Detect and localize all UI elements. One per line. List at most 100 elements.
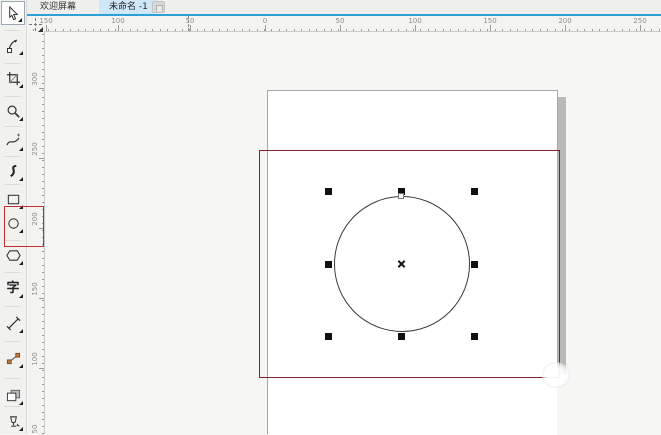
ruler-tick xyxy=(122,29,123,31)
ruler-tick xyxy=(42,391,44,392)
ruler-tick xyxy=(175,29,176,31)
flyout-arrow-icon xyxy=(18,18,22,22)
h-ruler-label: 50 xyxy=(336,17,345,25)
v-ruler-label: 300 xyxy=(31,71,39,87)
ruler-tick xyxy=(614,29,615,31)
ruler-tick xyxy=(525,29,526,31)
ruler-tick xyxy=(42,97,44,98)
ruler-tick xyxy=(517,29,518,31)
flyout-arrow-icon xyxy=(19,177,23,181)
ruler-tick xyxy=(450,29,451,31)
ruler-tick xyxy=(55,29,56,31)
ruler-tick xyxy=(622,29,623,31)
ruler-major-tick xyxy=(39,368,44,369)
h-ruler-label: 100 xyxy=(408,17,421,25)
toolbox-divider xyxy=(4,272,21,273)
ruler-tick xyxy=(212,29,213,31)
ruler-tick xyxy=(502,29,503,31)
ruler-tick xyxy=(42,321,44,322)
ruler-tick xyxy=(242,29,243,31)
zoom-tool[interactable] xyxy=(1,99,25,123)
selection-handle[interactable] xyxy=(398,333,405,340)
v-ruler-label: 100 xyxy=(31,351,39,367)
ruler-tick xyxy=(42,265,44,266)
document-tab-strip: 欢迎屏幕 未命名 -1 xyxy=(26,0,661,14)
ruler-tick xyxy=(137,29,138,31)
ruler-tick xyxy=(42,426,44,427)
ruler-tick xyxy=(100,29,101,31)
ruler-tick xyxy=(353,29,354,31)
ruler-tick xyxy=(108,29,109,31)
ruler-tick xyxy=(227,29,228,31)
ruler-tick xyxy=(361,29,362,31)
ruler-major-tick xyxy=(640,25,641,31)
connector-tool[interactable] xyxy=(1,346,25,370)
lock-icon[interactable] xyxy=(152,1,165,13)
drawing-canvas[interactable] xyxy=(45,31,661,434)
flyout-arrow-icon xyxy=(19,364,23,368)
drop-shadow-tool[interactable] xyxy=(1,383,25,407)
ruler-tick xyxy=(42,188,44,189)
eraser-smudge xyxy=(542,362,570,388)
ruler-tick xyxy=(540,29,541,31)
ruler-tick xyxy=(644,29,645,31)
ruler-tick xyxy=(204,29,205,31)
ruler-tick xyxy=(63,29,64,31)
tab-welcome-screen[interactable]: 欢迎屏幕 xyxy=(30,0,86,14)
ruler-tick xyxy=(219,29,220,31)
selection-center-marker[interactable] xyxy=(397,259,406,268)
ruler-tick xyxy=(42,41,44,42)
ruler-tick xyxy=(42,111,44,112)
ruler-tick xyxy=(42,286,44,287)
ruler-major-tick xyxy=(46,25,47,31)
selection-handle[interactable] xyxy=(325,188,332,195)
ruler-tick xyxy=(532,29,533,31)
selection-handle[interactable] xyxy=(325,261,332,268)
ruler-tick xyxy=(85,29,86,31)
ruler-tick xyxy=(130,29,131,31)
ruler-tick xyxy=(182,29,183,31)
flyout-arrow-icon xyxy=(19,51,23,55)
selection-handle[interactable] xyxy=(471,333,478,340)
flyout-arrow-icon xyxy=(19,117,23,121)
ruler-tick xyxy=(42,279,44,280)
artistic-media-tool[interactable] xyxy=(1,159,25,183)
dimension-tool[interactable] xyxy=(1,311,25,335)
flyout-arrow-icon xyxy=(19,427,23,431)
shape-tool[interactable] xyxy=(1,33,25,57)
toolbox-divider xyxy=(4,378,21,379)
ruler-tick xyxy=(42,83,44,84)
toolbox-divider xyxy=(4,126,21,127)
ruler-tick xyxy=(42,125,44,126)
ruler-tick xyxy=(42,62,44,63)
ruler-tick xyxy=(279,29,280,31)
ruler-tick xyxy=(42,377,44,378)
ruler-tick xyxy=(368,29,369,31)
ruler-origin-crosshair-icon[interactable] xyxy=(29,18,42,31)
ruler-tick xyxy=(42,342,44,343)
fill-tool[interactable] xyxy=(1,409,25,433)
selection-handle[interactable] xyxy=(471,188,478,195)
ruler-tick xyxy=(406,29,407,31)
toolbox-divider xyxy=(4,341,21,342)
ruler-tick xyxy=(42,307,44,308)
tab-untitled-document[interactable]: 未命名 -1 xyxy=(99,0,158,14)
ruler-tick xyxy=(257,29,258,31)
ruler-tick xyxy=(398,29,399,31)
h-ruler-label: 200 xyxy=(558,17,571,25)
ruler-tick xyxy=(42,167,44,168)
ellipse-node[interactable] xyxy=(398,193,404,199)
toolbox-divider xyxy=(4,96,21,97)
ruler-tick xyxy=(42,300,44,301)
selection-handle[interactable] xyxy=(471,261,478,268)
freehand-tool[interactable] xyxy=(1,129,25,153)
ruler-tick xyxy=(42,160,44,161)
ruler-major-tick xyxy=(265,25,266,31)
ruler-tick xyxy=(420,29,421,31)
pick-tool[interactable] xyxy=(1,1,25,25)
selection-handle[interactable] xyxy=(325,333,332,340)
ruler-major-tick xyxy=(190,25,191,31)
crop-tool[interactable] xyxy=(1,66,25,90)
ruler-tick xyxy=(145,29,146,31)
text-tool[interactable]: 字 xyxy=(1,276,25,300)
